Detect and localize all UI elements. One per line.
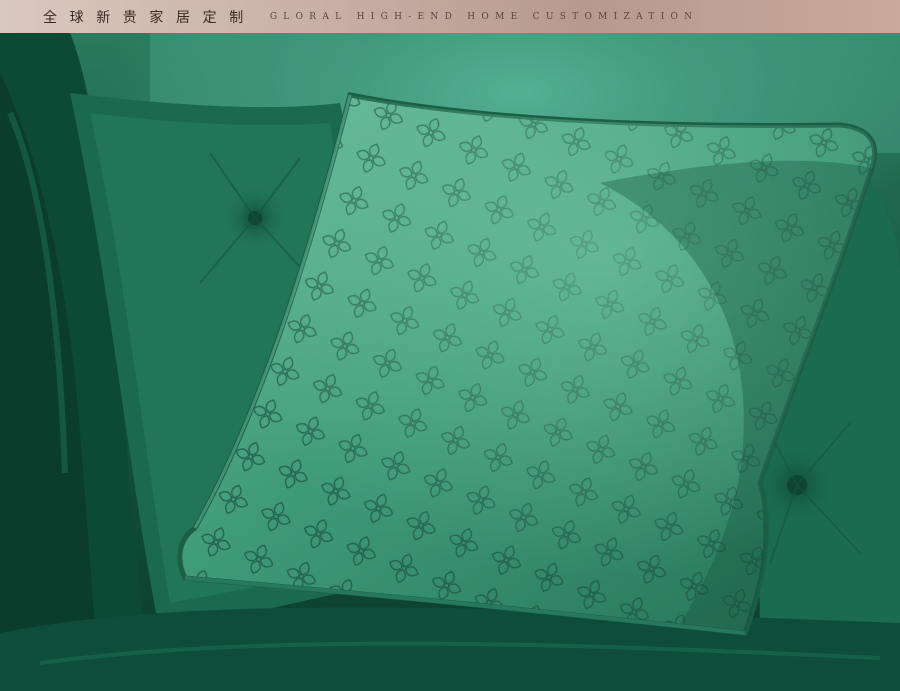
brand-title-cn: 全球新贵家居定制 bbox=[43, 9, 256, 26]
brand-title-en: GLORAL HIGH-END HOME CUSTOMIZATION bbox=[269, 11, 699, 22]
cushion-illustration bbox=[0, 33, 900, 691]
product-page: 全球新贵家居定制 GLORAL HIGH-END HOME CUSTOMIZAT… bbox=[0, 0, 900, 691]
brand-banner: 全球新贵家居定制 GLORAL HIGH-END HOME CUSTOMIZAT… bbox=[0, 0, 900, 33]
product-photo bbox=[0, 33, 900, 691]
